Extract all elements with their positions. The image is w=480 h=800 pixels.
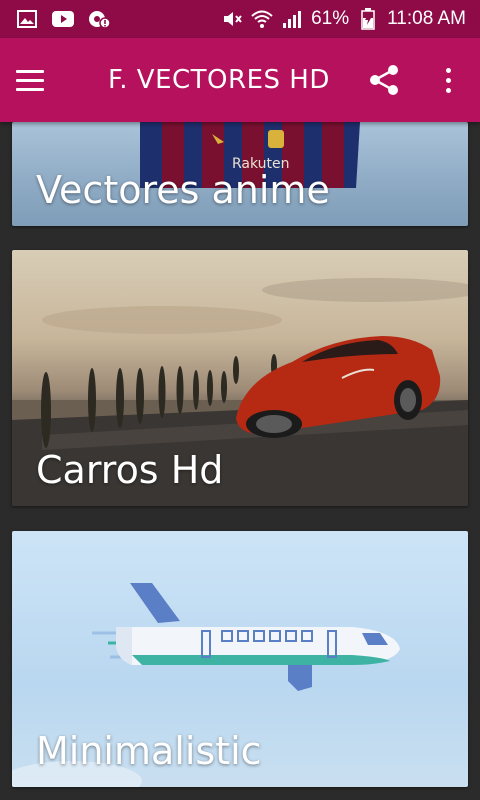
more-options-button[interactable] (436, 62, 460, 98)
youtube-notification-icon (52, 9, 74, 29)
share-icon (370, 65, 398, 95)
more-dot (445, 67, 451, 73)
battery-charging-icon (357, 8, 379, 30)
app-title: F. VECTORES HD (108, 65, 330, 95)
battery-percentage: 61% (311, 8, 350, 29)
status-bar: 61% 11:08 AM (0, 0, 480, 38)
more-dot (445, 87, 451, 93)
card-label: Carros Hd (36, 448, 224, 492)
mute-icon (221, 9, 243, 29)
category-card-carros-hd[interactable]: Carros Hd (12, 250, 468, 506)
gallery-notification-icon (16, 9, 38, 29)
more-dot (445, 77, 451, 83)
hamburger-line (16, 87, 44, 91)
card-label: Vectores anime (36, 168, 330, 212)
hamburger-line (16, 69, 44, 73)
settings-alert-icon (88, 9, 110, 29)
app-bar: F. VECTORES HD (0, 38, 480, 122)
card-label: Minimalistic (36, 729, 262, 773)
category-card-minimalistic[interactable]: Minimalistic (12, 531, 468, 787)
clock: 11:08 AM (387, 8, 466, 29)
menu-button[interactable] (16, 60, 56, 100)
wifi-icon (251, 9, 273, 29)
category-card-vectores-anime[interactable]: Rakuten Vectores anime (12, 122, 468, 226)
hamburger-line (16, 78, 44, 82)
signal-icon (281, 9, 303, 29)
share-button[interactable] (366, 62, 402, 98)
